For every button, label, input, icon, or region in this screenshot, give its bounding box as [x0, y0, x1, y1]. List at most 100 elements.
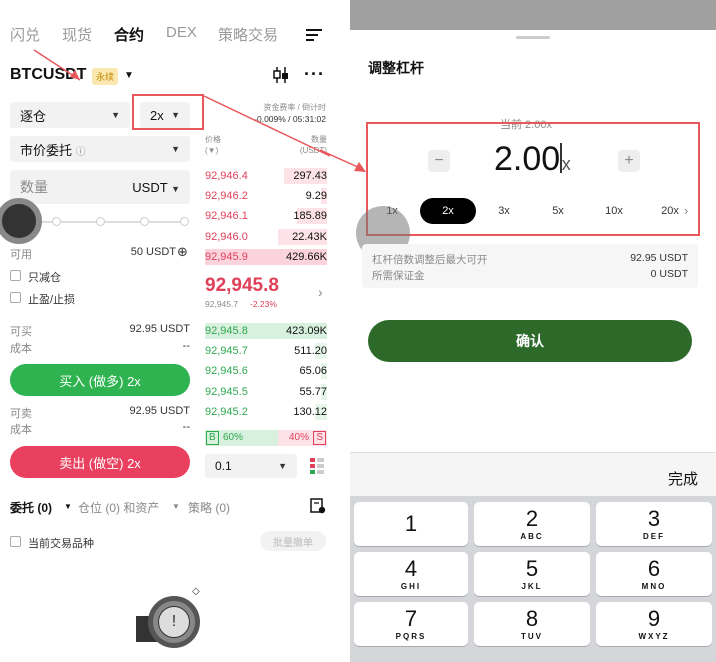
max-open-label: 杠杆倍数调整后最大可开: [372, 254, 488, 266]
margin-required-label: 所需保证金: [372, 270, 425, 282]
available-value: 50 USDT: [130, 246, 176, 258]
quantity-input[interactable]: 数量 USDT ▼: [10, 170, 190, 204]
drag-handle[interactable]: [516, 36, 550, 39]
ask-row[interactable]: 92,946.2 9.29: [205, 188, 327, 204]
pane-gap: [340, 0, 350, 662]
bid-row[interactable]: 92,945.2 130.12: [205, 404, 327, 420]
slider-tick[interactable]: [180, 217, 189, 226]
transfer-icon[interactable]: ⊕: [177, 244, 188, 260]
cost-label: 成本: [10, 343, 32, 355]
tab-spot[interactable]: 现货: [62, 24, 92, 45]
buy-ratio: 60%: [223, 432, 244, 443]
bid-row[interactable]: 92,945.8 423.09K: [205, 323, 327, 339]
bid-price: 92,945.7: [205, 345, 248, 357]
done-button[interactable]: 完成: [668, 468, 698, 489]
tick-size-select[interactable]: 0.1 ▼: [205, 454, 297, 478]
ask-row[interactable]: 92,945.9 429.66K: [205, 249, 327, 265]
bid-row[interactable]: 92,945.6 65.06: [205, 363, 327, 379]
slider-tick[interactable]: [140, 217, 149, 226]
leverage-highlight-box: [366, 122, 700, 236]
candlestick-icon[interactable]: [272, 66, 290, 84]
order-type-select[interactable]: 市价委托 ⓘ ▼: [10, 136, 190, 162]
chevron-right-icon[interactable]: ›: [318, 284, 323, 300]
ask-qty: 9.29: [305, 190, 327, 202]
ask-row[interactable]: 92,946.4 297.43: [205, 168, 327, 184]
key-6[interactable]: 6 MNO: [596, 552, 712, 596]
bid-price: 92,945.8: [205, 325, 248, 337]
dim-overlay: [350, 0, 716, 30]
key-3[interactable]: 3 DEF: [596, 502, 712, 546]
price-col-header: 价格: [205, 135, 221, 144]
bid-qty: 130.12: [293, 406, 327, 418]
orderbook-layout-icon[interactable]: [310, 458, 324, 474]
slider-tick[interactable]: [52, 217, 61, 226]
confirm-button[interactable]: 确认: [368, 320, 692, 362]
menu-icon[interactable]: [306, 28, 324, 42]
can-buy-value: 92.95 USDT: [129, 323, 190, 335]
ask-row[interactable]: 92,946.0 22.43K: [205, 229, 327, 245]
cost-label: 成本: [10, 424, 32, 436]
buy-sell-ratio-bar: B 60% 40% S: [205, 430, 327, 446]
price-col-unit: (▼): [205, 146, 219, 155]
touch-indicator: [0, 198, 42, 244]
trading-panel: 闪兑 现货 合约 DEX 策略交易 BTCUSDT 永续 ▼ ··· 逐仓 ▼ 2…: [0, 0, 340, 662]
tpsl-label: 止盈/止损: [28, 294, 76, 306]
last-price[interactable]: 92,945.8: [205, 275, 279, 297]
tab-strategies[interactable]: 策略 (0): [188, 499, 230, 516]
available-label: 可用: [10, 249, 32, 261]
sell-ratio: 40%: [288, 432, 309, 443]
ask-qty: 429.66K: [286, 251, 327, 263]
slider-tick[interactable]: [96, 217, 105, 226]
tab-futures[interactable]: 合约: [114, 24, 144, 45]
tab-strategy[interactable]: 策略交易: [218, 24, 278, 45]
sell-short-button[interactable]: 卖出 (做空) 2x: [10, 446, 190, 478]
buy-long-button[interactable]: 买入 (做多) 2x: [10, 364, 190, 396]
leverage-highlight-box: [132, 94, 204, 130]
key-7[interactable]: 7 PQRS: [354, 602, 468, 646]
max-open-value: 92.95 USDT: [630, 252, 688, 264]
key-8[interactable]: 8 TUV: [474, 602, 590, 646]
symbol-dropdown-icon[interactable]: ▼: [124, 70, 134, 81]
buy-label: B: [206, 431, 219, 445]
diamond-icon: ◇: [192, 586, 200, 597]
bid-row[interactable]: 92,945.5 55.77: [205, 384, 327, 400]
margin-mode-select[interactable]: 逐仓 ▼: [10, 102, 130, 128]
caret-down-icon: ▼: [172, 502, 180, 511]
touch-indicator: !: [148, 596, 200, 648]
can-sell-value: 92.95 USDT: [129, 405, 190, 417]
qty-col-header: 数量: [311, 135, 327, 144]
current-symbol-checkbox[interactable]: [10, 536, 21, 547]
ask-row[interactable]: 92,946.1 185.89: [205, 208, 327, 224]
reduce-only-checkbox[interactable]: [10, 270, 21, 281]
tab-positions[interactable]: 仓位 (0) 和资产: [78, 499, 159, 516]
caret-down-icon: ▼: [278, 461, 287, 471]
ask-price: 92,946.4: [205, 170, 248, 182]
quantity-unit: USDT: [132, 179, 168, 195]
tab-flash-swap[interactable]: 闪兑: [10, 24, 40, 45]
leverage-sheet: 调整杠杆 当前 2.00x − 2.00x + 1x 2x 3x 5x 10x …: [350, 0, 716, 662]
bid-row[interactable]: 92,945.7 511.20: [205, 343, 327, 359]
keyboard-toolbar: [350, 452, 716, 496]
batch-cancel-button[interactable]: 批量撤单: [260, 531, 326, 551]
margin-required-value: 0 USDT: [650, 268, 688, 280]
symbol-name[interactable]: BTCUSDT: [10, 66, 86, 84]
key-2[interactable]: 2 ABC: [474, 502, 590, 546]
order-history-icon[interactable]: [310, 498, 326, 514]
tab-dex[interactable]: DEX: [166, 24, 197, 41]
more-icon[interactable]: ···: [304, 64, 325, 85]
ask-qty: 22.43K: [292, 231, 327, 243]
tpsl-checkbox[interactable]: [10, 292, 21, 303]
key-5[interactable]: 5 JKL: [474, 552, 590, 596]
tab-orders[interactable]: 委托 (0): [10, 499, 52, 516]
ask-qty: 297.43: [293, 170, 327, 182]
key-9[interactable]: 9 WXYZ: [596, 602, 712, 646]
bid-price: 92,945.2: [205, 406, 248, 418]
info-icon[interactable]: ⓘ: [76, 147, 86, 158]
key-4[interactable]: 4 GHI: [354, 552, 468, 596]
cost-value: --: [182, 421, 190, 433]
sell-label: S: [313, 431, 326, 445]
can-sell-label: 可卖: [10, 408, 32, 420]
funding-label: 资金费率 / 倒计时: [263, 103, 326, 112]
bid-qty: 423.09K: [286, 325, 327, 337]
key-1[interactable]: 1: [354, 502, 468, 546]
